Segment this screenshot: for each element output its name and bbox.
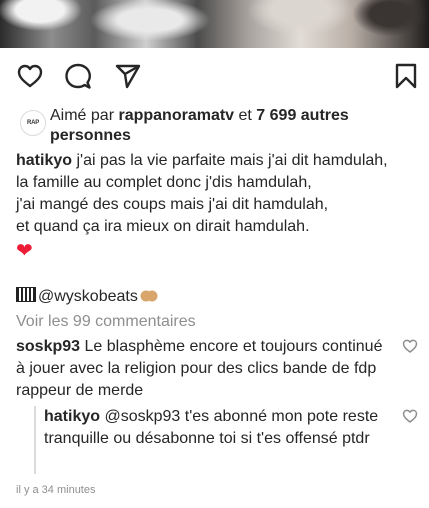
post-image[interactable] (0, 0, 429, 48)
reply-like-heart-icon[interactable] (402, 408, 418, 424)
comment-item: soskp93 Le blasphème encore et toujours … (16, 336, 386, 402)
raised-hands-icon (139, 287, 158, 303)
reply-item: hatikyo @soskp93 t'es abonné mon pote re… (44, 406, 394, 450)
likes-prefix: Aimé par (50, 107, 119, 124)
likes-middle: et (234, 107, 257, 124)
caption-line-3: j'ai mangé des coups mais j'ai dit hamdu… (16, 196, 329, 213)
comment-like-heart-icon[interactable] (402, 338, 418, 354)
liker-avatar-logo-text: RAP (26, 120, 40, 126)
comment-bubble-icon[interactable] (64, 62, 92, 90)
producer-mention[interactable]: @wyskobeats (38, 288, 138, 305)
piano-keys-icon (16, 287, 36, 302)
post-timestamp: il y a 34 minutes (16, 484, 96, 496)
likes-text[interactable]: Aimé par rappanoramatv et 7 699 autres p… (50, 106, 422, 146)
heart-outline-icon[interactable] (16, 62, 44, 90)
bookmark-icon[interactable] (392, 62, 420, 90)
caption-line-2: la famille au complet donc j'dis hamdula… (16, 174, 312, 191)
producer-credit: @wyskobeats (16, 286, 396, 308)
caption-username[interactable]: hatikyo (16, 152, 72, 169)
post-caption: hatikyo j'ai pas la vie parfaite mais j'… (16, 150, 422, 262)
caption-line-1: j'ai pas la vie parfaite mais j'ai dit h… (76, 152, 388, 169)
red-heart-emoji: ❤ (16, 240, 33, 262)
post-action-bar (0, 62, 429, 92)
liker-avatar[interactable]: RAP (20, 110, 46, 136)
paper-plane-icon[interactable] (114, 62, 142, 90)
reply-username[interactable]: hatikyo (44, 408, 100, 425)
comment-username[interactable]: soskp93 (16, 338, 80, 355)
view-all-comments-link[interactable]: Voir les 99 commentaires (16, 311, 196, 333)
caption-line-4: et quand ça ira mieux on dirait hamdulah… (16, 218, 310, 235)
reply-thread-line (34, 406, 36, 474)
liker-username[interactable]: rappanoramatv (118, 107, 234, 124)
